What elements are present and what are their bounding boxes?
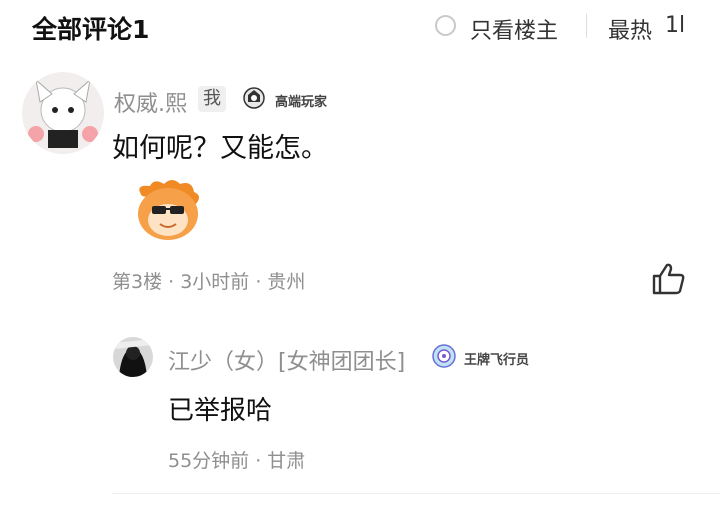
page-title: 全部评论1 <box>32 15 150 44</box>
reply-author[interactable]: 江少（女）[女神团团长] <box>168 344 405 376</box>
reply-content: 已举报哈 <box>168 396 273 426</box>
sort-button[interactable]: 最热 <box>608 13 652 45</box>
level-badge-text: 高端玩家 <box>275 95 328 110</box>
level-badge-icon <box>242 86 266 110</box>
comment-meta: 第3楼 · 3小时前 · 贵州 <box>112 271 306 293</box>
level-badge-icon <box>432 344 456 368</box>
comment-content: 如何呢？又能怎。 <box>112 133 328 164</box>
thumbs-up-icon[interactable] <box>650 262 686 296</box>
divider <box>112 493 720 494</box>
comment-author[interactable]: 权威.熙 <box>114 86 187 118</box>
level-badge-text: 王牌飞行员 <box>464 353 530 368</box>
sort-icon[interactable]: 1l <box>665 13 685 38</box>
avatar[interactable] <box>113 337 153 377</box>
only-host-toggle[interactable]: 只看楼主 <box>470 13 558 45</box>
emoji-sticker-icon <box>124 176 212 242</box>
me-badge: 我 <box>198 86 226 112</box>
reply-meta: 55分钟前 · 甘肃 <box>168 450 306 472</box>
avatar[interactable] <box>22 72 104 154</box>
radio-circle-icon[interactable] <box>435 15 456 36</box>
header-divider <box>586 14 587 38</box>
